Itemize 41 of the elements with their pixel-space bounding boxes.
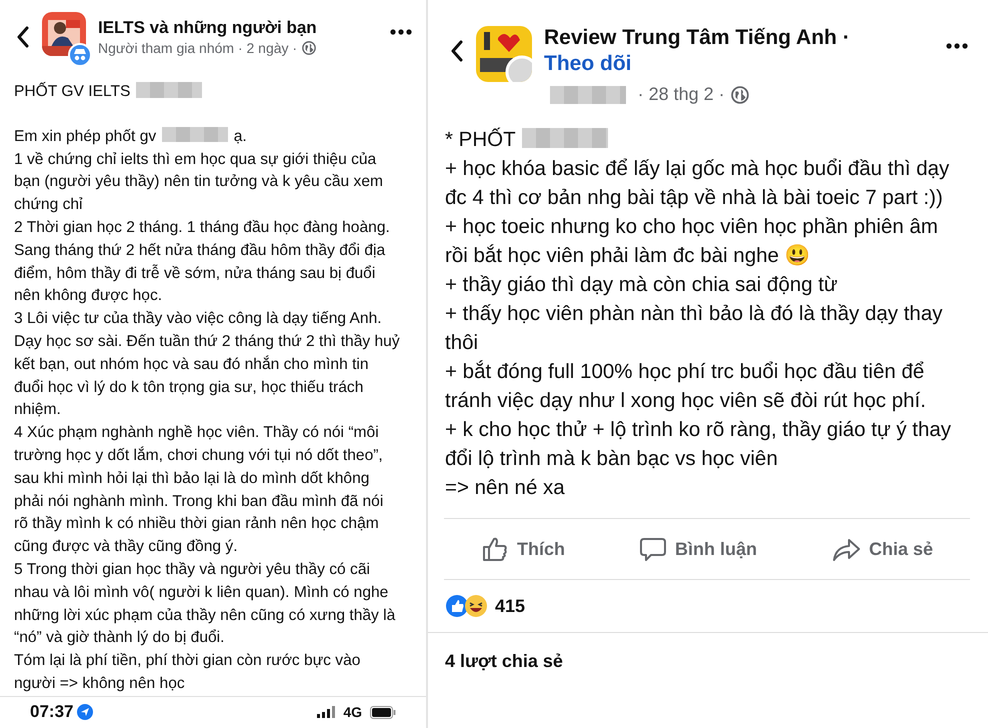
back-icon[interactable] xyxy=(450,40,464,62)
post-text: 3 Lôi việc tư của thầy vào việc công là dạy tiếng Anh. Dạy học sơ sài. Đến tuần thứ 2 tháng thứ 2 thì thầy huỷ kết bạn, out nhóm học và sau đó nhắn cho mình tin đuổi học vì lý do k tôn trọng gia sư, học thiếu trách nhiệm. xyxy=(14,309,400,420)
post-text: Tóm lại là phí tiền, phí thời gian còn rước bực vào người => không nên học xyxy=(14,651,362,694)
post-text: + thấy học viên phàn nàn thì bảo là đó là thầy dạy thay thôi xyxy=(445,301,944,356)
share-button[interactable]: Chia sẻ xyxy=(820,529,943,569)
post-meta: · 28 thg 2 · xyxy=(638,84,725,105)
share-count[interactable]: 4 lượt chia sẻ xyxy=(428,633,988,690)
thumbs-up-icon xyxy=(480,535,509,563)
status-time: 07:37 xyxy=(30,702,74,722)
post-text: 1 về chứng chỉ ielts thì em học qua sự giới thiệu của bạn (người yêu thầy) nên tin tưởng và k yêu cầu xem chứng chỉ xyxy=(14,150,384,216)
signal-icon xyxy=(317,706,336,718)
reaction-icons[interactable] xyxy=(445,594,489,618)
speech-bubble-icon xyxy=(638,535,667,563)
post-text: + k cho học thử + lộ trình ko rõ ràng, thầy giáo tự ý thay đổi lộ trình mà k bàn bạc vs học viên xyxy=(445,417,952,472)
redaction-blur xyxy=(162,126,228,142)
comment-button[interactable]: Bình luận xyxy=(628,529,767,569)
location-icon xyxy=(77,704,94,720)
post-text: PHỐT GV IELTS xyxy=(14,83,130,100)
back-icon[interactable] xyxy=(16,26,30,48)
post-text: * PHỐT xyxy=(445,128,516,151)
post-text: => nên né xa xyxy=(445,475,566,501)
post-text: ạ. xyxy=(234,128,247,145)
more-icon[interactable] xyxy=(390,29,412,35)
like-button[interactable]: Thích xyxy=(470,529,575,569)
post-text: + học khóa basic để lấy lại gốc mà học buổi đầu thì dạy đc 4 thì cơ bản nhg bài tập về nhà là bài toeic 7 part :)) xyxy=(445,156,950,211)
group-name[interactable]: IELTS và những người bạn xyxy=(98,18,378,38)
more-icon[interactable] xyxy=(946,43,968,49)
page-name[interactable]: Review Trung Tâm Tiếng Anh · xyxy=(544,26,934,50)
post-text: 5 Trong thời gian học thầy và người yêu thầy có cãi nhau và lôi mình vô( người k liên quan). Mình có nghe những lời xúc phạm của thầy nên cũng có xưng thầy là “nó” và giờ thành lý do bị đuổi. xyxy=(14,560,396,648)
network-type: 4G xyxy=(343,704,362,720)
post-meta: Người tham gia nhóm · 2 ngày · xyxy=(98,40,298,56)
post-text: + học toeic nhưng ko cho học viên học phần phiên âm rồi bắt học viên phải làm đc bài nghe 😃 xyxy=(445,214,939,269)
post-text: + thầy giáo thì dạy mà còn chia sai động từ xyxy=(445,272,839,298)
post-text: Em xin phép phốt gv xyxy=(14,128,156,145)
battery-icon xyxy=(370,706,396,719)
follow-link[interactable]: Theo dõi xyxy=(544,52,934,76)
redaction-blur xyxy=(136,82,202,98)
reaction-count[interactable]: 415 xyxy=(495,596,526,616)
post-text: 2 Thời gian học 2 tháng. 1 tháng đầu học đàng hoàng. Sang tháng thứ 2 hết nửa tháng đầu hôm thầy đổi địa điểm, hôm thầy đi trễ về sớm, nửa tháng sau bị đuổi nên không được học. xyxy=(14,218,391,306)
post-text: 4 Xúc phạm nghành nghề học viên. Thầy có nói “môi trường học y dốt lắm, chơi chung với tụi nó dốt theo”, sau khi mình hỏi lại thì bảo lại là do mình dốt không phải nói nghành mình. Trong khi ban đầu mình đã nói rõ thầy mình k có nhiều thời gian rảnh nên học chậm cũng được và thầy cũng đồng ý. xyxy=(14,423,384,558)
post-text: + bắt đóng full 100% học phí trc buổi học đầu tiên để tránh việc dạy như l xong học viên sẽ đòi rút học phí. xyxy=(445,359,927,414)
